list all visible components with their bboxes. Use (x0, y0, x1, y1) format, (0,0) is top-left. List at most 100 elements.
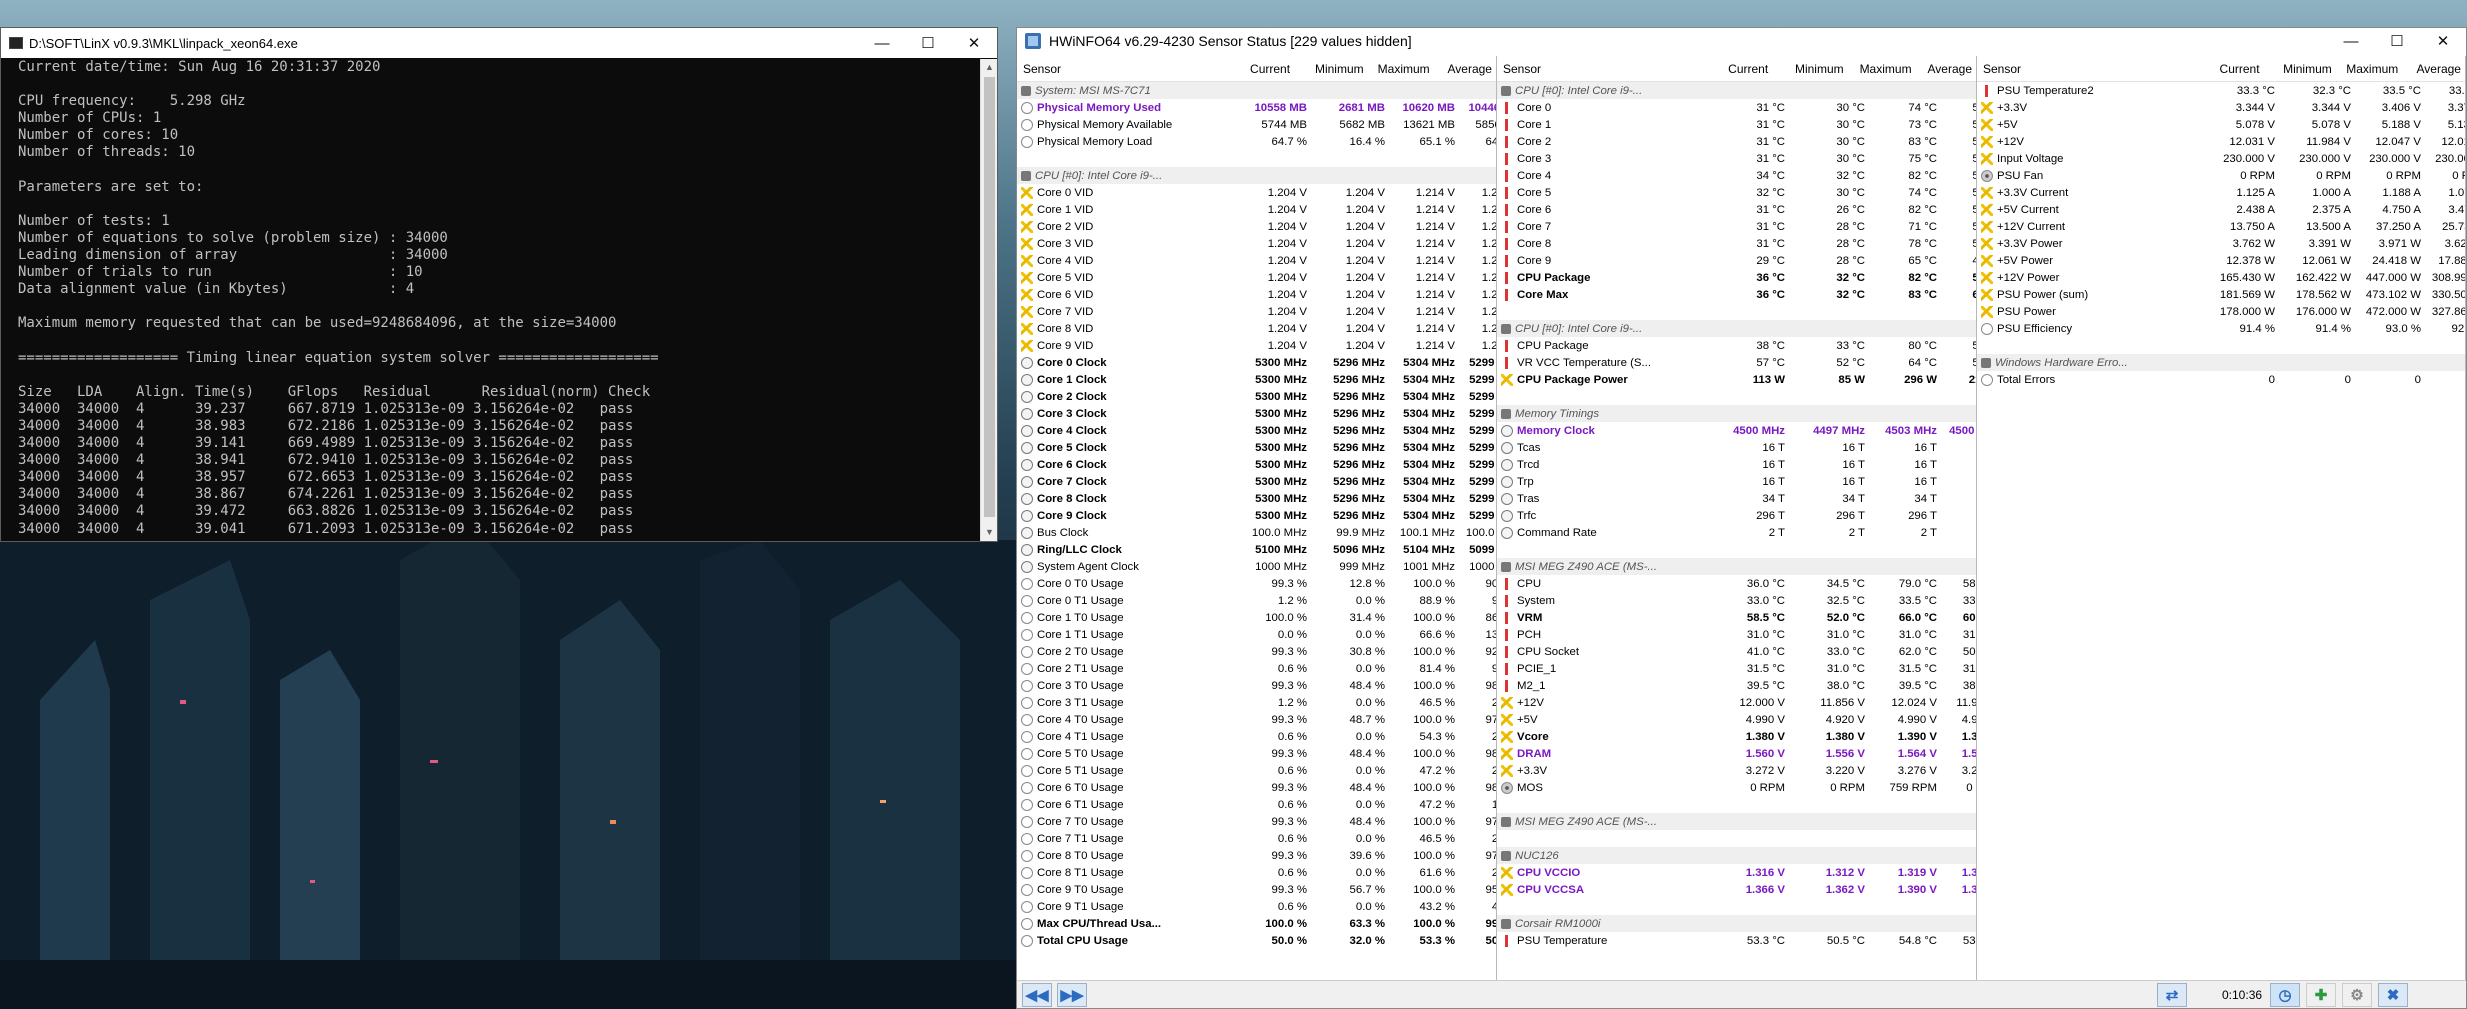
sensor-row[interactable]: Vcore 1.380 V 1.380 V 1.390 V 1.384 V (1497, 728, 1976, 745)
sensor-row[interactable]: +12V Power 165.430 W 162.422 W 447.000 W 308… (1977, 269, 2465, 286)
sensor-row[interactable]: Trp 16 T 16 T 16 T (1497, 473, 1976, 490)
sensor-row[interactable]: DRAM 1.560 V 1.556 V 1.564 V 1.560 V (1497, 745, 1976, 762)
sensor-row[interactable]: PCIE_1 31.5 °C 31.0 °C 31.5 °C 31.4 °C (1497, 660, 1976, 677)
sensor-row[interactable]: Core 3 31 °C 30 °C 75 °C 53 °C (1497, 150, 1976, 167)
scroll-up-arrow-icon[interactable]: ▲ (981, 59, 998, 76)
sensor-row[interactable]: Core 7 31 °C 28 °C 71 °C 51 °C (1497, 218, 1976, 235)
sensor-row[interactable]: Memory Clock 4500 MHz 4497 MHz 4503 MHz 4500… (1497, 422, 1976, 439)
add-report-button[interactable]: ✚ (2306, 983, 2336, 1007)
sensor-row[interactable]: Core 6 VID 1.204 V 1.204 V 1.214 V 1.209 V (1017, 286, 1496, 303)
console-window[interactable]: D:\SOFT\LinX v0.9.3\MKL\linpack_xeon64.e… (0, 27, 998, 542)
column-header-current[interactable]: Current (1708, 62, 1772, 76)
sensor-row[interactable]: Max CPU/Thread Usa... 100.0 % 63.3 % 100.0 … (1017, 915, 1496, 932)
sensor-group-header[interactable]: Memory Timings (1497, 405, 1976, 422)
sensor-row[interactable]: Input Voltage 230.000 V 230.000 V 230.000 V… (1977, 150, 2465, 167)
sensor-row[interactable]: PSU Temperature 53.3 °C 50.5 °C 54.8 °C 53.2… (1497, 932, 1976, 949)
sensor-row[interactable]: Core 7 T0 Usage 99.3 % 48.4 % 100.0 % 97.8 % (1017, 813, 1496, 830)
sensor-row[interactable]: Core 1 VID 1.204 V 1.204 V 1.214 V 1.209 V (1017, 201, 1496, 218)
sensor-group-header[interactable]: MSI MEG Z490 ACE (MS-... (1497, 813, 1976, 830)
sensor-row[interactable]: Core 3 Clock 5300 MHz 5296 MHz 5304 MHz 5299… (1017, 405, 1496, 422)
sensor-row[interactable]: Tcas 16 T 16 T 16 T (1497, 439, 1976, 456)
sensor-row[interactable]: Core 3 VID 1.204 V 1.204 V 1.214 V 1.209 V (1017, 235, 1496, 252)
console-titlebar[interactable]: D:\SOFT\LinX v0.9.3\MKL\linpack_xeon64.e… (1, 28, 997, 58)
console-output[interactable]: Current date/time: Sun Aug 16 20:31:37 2… (18, 59, 973, 539)
sensor-row[interactable]: PSU Efficiency 91.4 % 91.4 % 93.0 % 92.3 % (1977, 320, 2465, 337)
sensor-row[interactable]: Core 8 T1 Usage 0.6 % 0.0 % 61.6 % 2.2 % (1017, 864, 1496, 881)
sensor-row[interactable]: Total Errors 0 0 0 (1977, 371, 2465, 388)
sensor-row[interactable]: +12V 12.031 V 11.984 V 12.047 V 12.014 V (1977, 133, 2465, 150)
sensor-panel-1[interactable]: Sensor Current Minimum Maximum Average System… (1017, 56, 1497, 980)
sensor-group-header[interactable]: CPU [#0]: Intel Core i9-... (1017, 167, 1496, 184)
sensor-row[interactable]: CPU 36.0 °C 34.5 °C 79.0 °C 58.7 °C (1497, 575, 1976, 592)
sensor-row[interactable]: +5V 4.990 V 4.920 V 4.990 V 4.960 V (1497, 711, 1976, 728)
column-header-sensor[interactable]: Sensor (1977, 62, 2195, 76)
sensor-row[interactable]: Core 6 T1 Usage 0.6 % 0.0 % 47.2 % 1.8 % (1017, 796, 1496, 813)
sensor-row[interactable]: Core 9 Clock 5300 MHz 5296 MHz 5304 MHz 5299… (1017, 507, 1496, 524)
sensor-row[interactable]: Core 4 T0 Usage 99.3 % 48.7 % 100.0 % 97.4 % (1017, 711, 1496, 728)
sensor-row[interactable]: PSU Power (sum) 181.569 W 178.562 W 473.102… (1977, 286, 2465, 303)
sensor-row[interactable]: Core 5 T0 Usage 99.3 % 48.4 % 100.0 % 98.0 % (1017, 745, 1496, 762)
sensor-row[interactable]: Core 1 Clock 5300 MHz 5296 MHz 5304 MHz 5299… (1017, 371, 1496, 388)
sensor-row[interactable]: Core 7 VID 1.204 V 1.204 V 1.214 V 1.209 V (1017, 303, 1496, 320)
sensor-row[interactable]: Core 6 31 °C 26 °C 82 °C 56 °C (1497, 201, 1976, 218)
sensor-row[interactable]: VRM 58.5 °C 52.0 °C 66.0 °C 60.5 °C (1497, 609, 1976, 626)
sensor-row[interactable]: Bus Clock 100.0 MHz 99.9 MHz 100.1 MHz 100.0… (1017, 524, 1496, 541)
sensor-row[interactable]: Core 2 Clock 5300 MHz 5296 MHz 5304 MHz 5299… (1017, 388, 1496, 405)
sensor-row[interactable]: Core 1 T1 Usage 0.0 % 0.0 % 66.6 % 13.6 % (1017, 626, 1496, 643)
sensor-row[interactable]: +12V Current 13.750 A 13.500 A 37.250 A 25.7… (1977, 218, 2465, 235)
column-header-current[interactable]: Current (2195, 62, 2263, 76)
sensor-row[interactable]: Core 6 T0 Usage 99.3 % 48.4 % 100.0 % 98.2 % (1017, 779, 1496, 796)
sensor-row[interactable]: Trcd 16 T 16 T 16 T (1497, 456, 1976, 473)
sensor-row[interactable]: Core Max 36 °C 32 °C 83 °C 60 °C (1497, 286, 1976, 303)
column-header-minimum[interactable]: Minimum (1772, 62, 1847, 76)
sensor-row[interactable]: Physical Memory Load 64.7 % 16.4 % 65.1 % 64… (1017, 133, 1496, 150)
hwinfo-titlebar[interactable]: HWiNFO64 v6.29-4230 Sensor Status [229 v… (1017, 28, 2466, 54)
column-header-minimum[interactable]: Minimum (1294, 62, 1368, 76)
sensor-row[interactable]: PSU Power 178.000 W 176.000 W 472.000 W 327.… (1977, 303, 2465, 320)
sensor-row[interactable]: Core 0 VID 1.204 V 1.204 V 1.214 V 1.209 V (1017, 184, 1496, 201)
sensor-row[interactable]: VR VCC Temperature (S... 57 °C 52 °C 64 °C 5… (1497, 354, 1976, 371)
sensor-row[interactable]: Core 4 VID 1.204 V 1.204 V 1.214 V 1.209 V (1017, 252, 1496, 269)
sensor-group-header[interactable]: CPU [#0]: Intel Core i9-... (1497, 82, 1976, 99)
sensor-group-header[interactable]: NUC126 (1497, 847, 1976, 864)
sensor-row[interactable]: MOS 0 RPM 0 RPM 759 RPM 0 RPM (1497, 779, 1976, 796)
console-scrollbar[interactable]: ▲ ▼ (980, 59, 997, 541)
sensor-row[interactable]: Core 5 T1 Usage 0.6 % 0.0 % 47.2 % 2.4 % (1017, 762, 1496, 779)
sensor-row[interactable]: Core 0 Clock 5300 MHz 5296 MHz 5304 MHz 5299… (1017, 354, 1496, 371)
scrollbar-thumb[interactable] (984, 77, 995, 517)
sensor-row[interactable]: Core 9 T0 Usage 99.3 % 56.7 % 100.0 % 95.6 % (1017, 881, 1496, 898)
sensor-row[interactable]: CPU Socket 41.0 °C 33.0 °C 62.0 °C 50.3 °C (1497, 643, 1976, 660)
sensor-row[interactable]: PCH 31.0 °C 31.0 °C 31.0 °C 31.0 °C (1497, 626, 1976, 643)
clock-button[interactable]: ◷ (2270, 983, 2300, 1007)
sensor-row[interactable]: Core 3 T0 Usage 99.3 % 48.4 % 100.0 % 98.2 % (1017, 677, 1496, 694)
sensor-row[interactable]: Core 5 Clock 5300 MHz 5296 MHz 5304 MHz 5299… (1017, 439, 1496, 456)
sensor-row[interactable]: CPU Package 38 °C 33 °C 80 °C 59 °C (1497, 337, 1976, 354)
sensor-row[interactable]: CPU VCCIO 1.316 V 1.312 V 1.319 V 1.317 V (1497, 864, 1976, 881)
sensor-row[interactable]: Core 9 29 °C 28 °C 65 °C 47 °C (1497, 252, 1976, 269)
sensor-row[interactable]: Core 8 31 °C 28 °C 78 °C 53 °C (1497, 235, 1976, 252)
sensor-row[interactable]: Core 5 VID 1.204 V 1.204 V 1.214 V 1.209 V (1017, 269, 1496, 286)
sensor-row[interactable]: Core 8 VID 1.204 V 1.204 V 1.214 V 1.209 V (1017, 320, 1496, 337)
sensor-row[interactable]: +3.3V 3.344 V 3.344 V 3.406 V 3.371 V (1977, 99, 2465, 116)
sensor-row[interactable]: Core 1 T0 Usage 100.0 % 31.4 % 100.0 % 86.6 … (1017, 609, 1496, 626)
sensor-group-header[interactable]: CPU [#0]: Intel Core i9-... (1497, 320, 1976, 337)
sensor-row[interactable]: M2_1 39.5 °C 38.0 °C 39.5 °C 38.8 °C (1497, 677, 1976, 694)
sensor-row[interactable]: System Agent Clock 1000 MHz 999 MHz 1001 MH… (1017, 558, 1496, 575)
sensor-row[interactable]: Physical Memory Used 10558 MB 2681 MB 10620… (1017, 99, 1496, 116)
sensor-row[interactable]: Core 9 VID 1.204 V 1.204 V 1.214 V 1.209 V (1017, 337, 1496, 354)
scroll-down-arrow-icon[interactable]: ▼ (981, 524, 998, 541)
sensor-row[interactable]: Core 0 31 °C 30 °C 74 °C 51 °C (1497, 99, 1976, 116)
sensor-row[interactable]: +3.3V 3.272 V 3.220 V 3.276 V 3.248 V (1497, 762, 1976, 779)
sensor-row[interactable]: Core 9 T1 Usage 0.6 % 0.0 % 43.2 % 4.2 % (1017, 898, 1496, 915)
sensor-row[interactable]: Core 4 Clock 5300 MHz 5296 MHz 5304 MHz 5299… (1017, 422, 1496, 439)
sensor-row[interactable]: Ring/LLC Clock 5100 MHz 5096 MHz 5104 MHz 50… (1017, 541, 1496, 558)
sensor-row[interactable]: +3.3V Current 1.125 A 1.000 A 1.188 A 1.077 … (1977, 184, 2465, 201)
close-button[interactable]: ✕ (951, 28, 997, 58)
sensor-row[interactable]: Core 3 T1 Usage 1.2 % 0.0 % 46.5 % 2.2 % (1017, 694, 1496, 711)
column-header-maximum[interactable]: Maximum (1368, 62, 1434, 76)
sensor-row[interactable]: +5V 5.078 V 5.078 V 5.188 V 5.138 V (1977, 116, 2465, 133)
sensor-row[interactable]: Core 6 Clock 5300 MHz 5296 MHz 5304 MHz 5299… (1017, 456, 1496, 473)
sensor-row[interactable]: +5V Power 12.378 W 12.061 W 24.418 W 17.882 … (1977, 252, 2465, 269)
column-header-average[interactable]: Average (1434, 62, 1496, 76)
sensor-group-header[interactable]: Windows Hardware Erro... (1977, 354, 2465, 371)
